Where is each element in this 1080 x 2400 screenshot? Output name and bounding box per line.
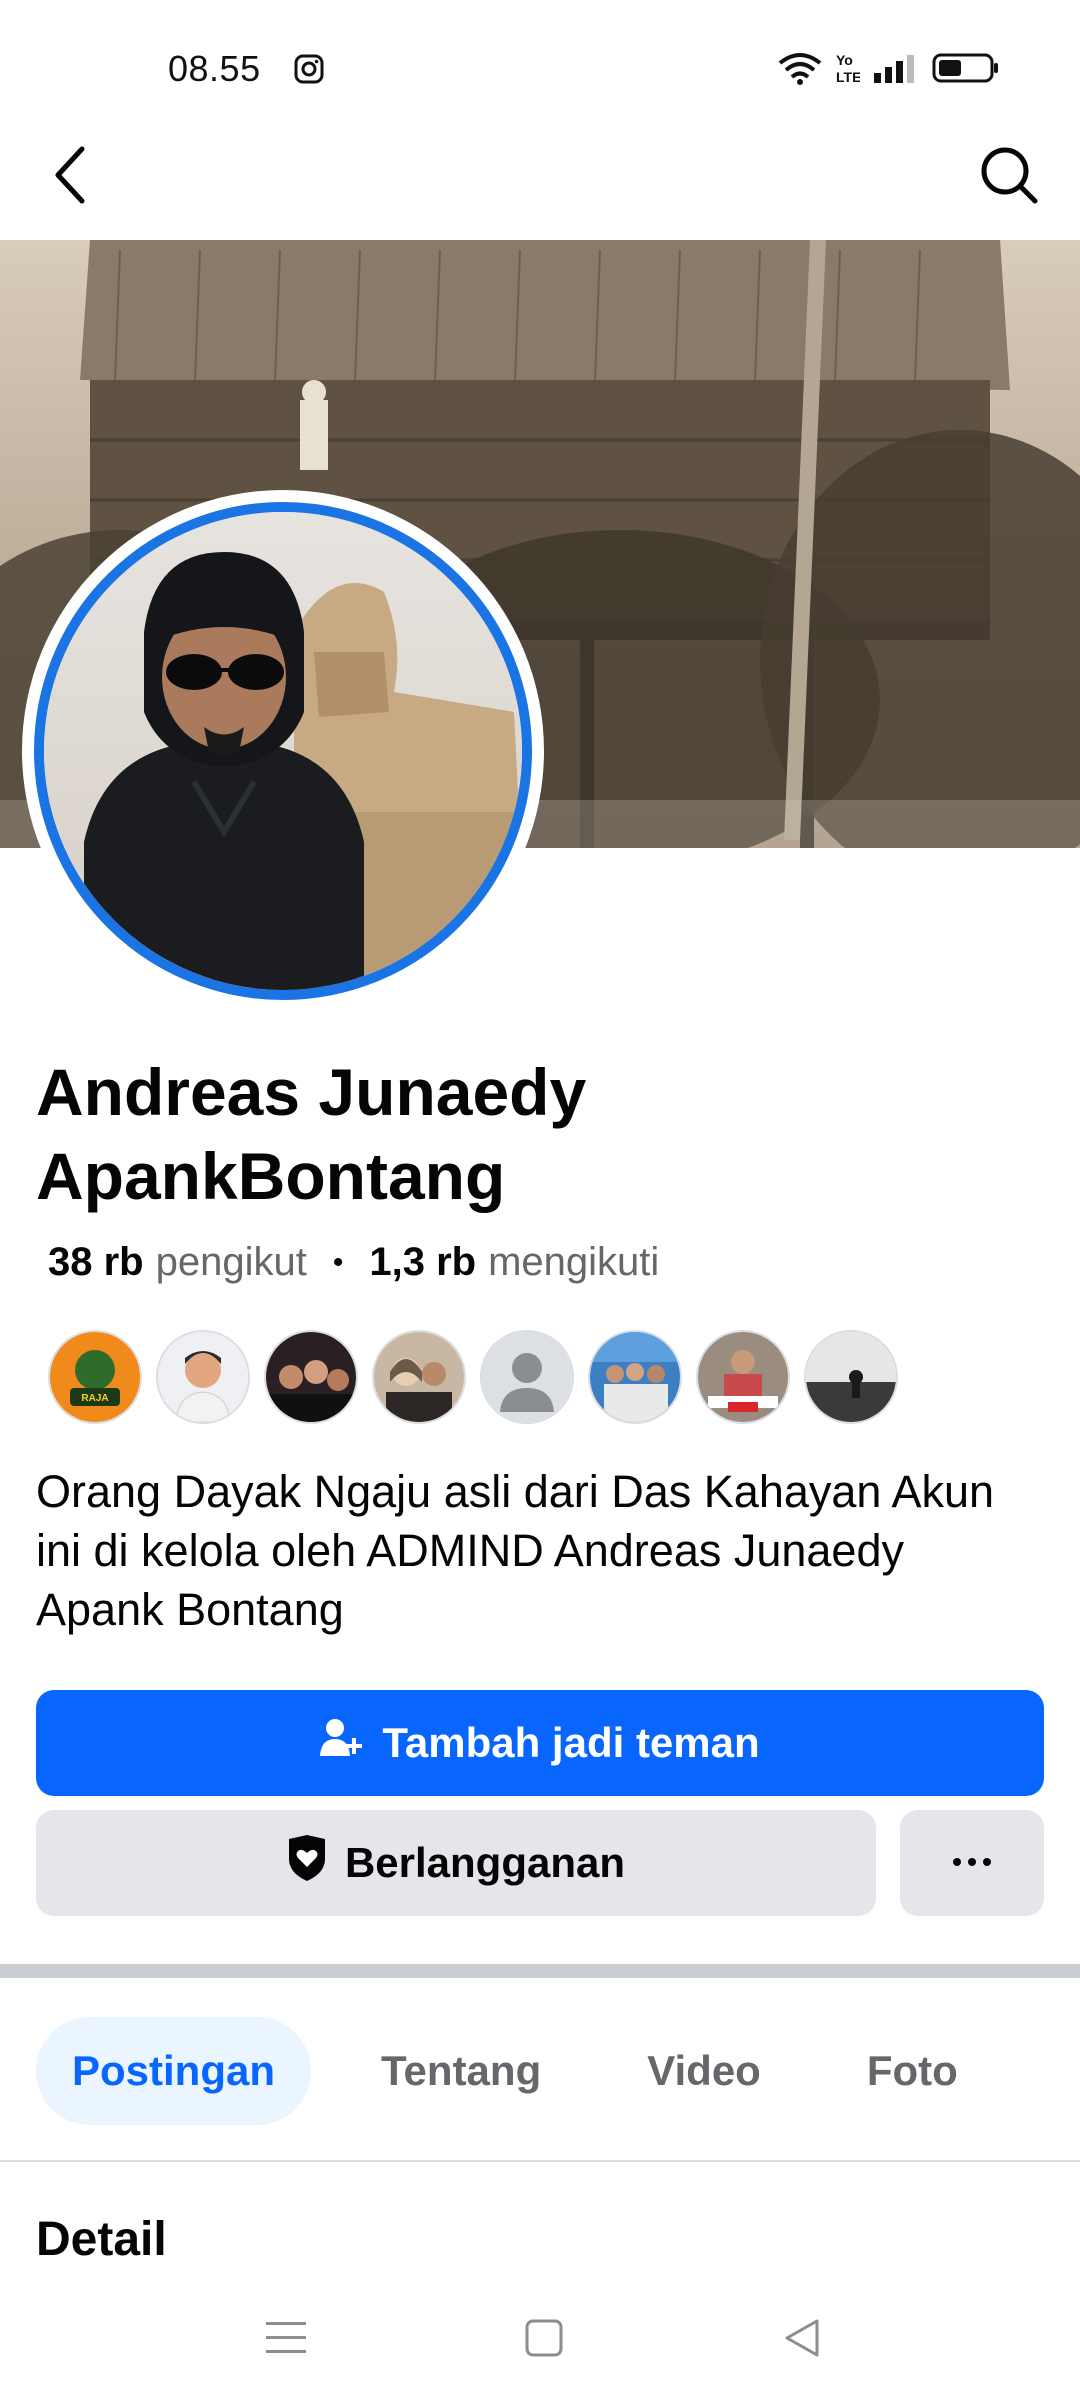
mutual-friends-row: RAJA [48,1330,898,1424]
signal-icon [874,53,918,88]
follow-stats: 38 rb pengikut • 1,3 rb mengikuti [48,1240,659,1285]
friend-avatar-placeholder[interactable] [480,1330,574,1424]
system-navigation-bar [0,2280,1080,2400]
recents-button[interactable] [256,2310,316,2370]
status-bar: 08.55 Yo LTE [0,0,1080,120]
friend-avatar[interactable] [696,1330,790,1424]
friend-avatar[interactable] [156,1330,250,1424]
menu-lines-icon [266,2320,306,2361]
followers-label[interactable]: pengikut [156,1240,307,1285]
friend-avatar[interactable]: RAJA [48,1330,142,1424]
friend-avatar[interactable] [264,1330,358,1424]
subscribe-label: Berlangganan [344,1839,626,1886]
profile-bio: Orang Dayak Ngaju asli dari Das Kahayan … [36,1466,995,1635]
following-label[interactable]: mengikuti [488,1240,659,1285]
home-button[interactable] [514,2310,574,2370]
shield-heart-icon [287,1835,327,1891]
volte-icon: Yo LTE [836,51,861,90]
top-navigation [0,120,1080,240]
svg-text:RAJA: RAJA [81,1393,108,1404]
tab-tentang[interactable]: Tentang [345,2017,577,2125]
avatar-story-ring [34,502,532,1000]
svg-text:LTE: LTE [836,69,860,85]
more-dots-icon [952,1854,992,1872]
triangle-back-icon [783,2318,821,2363]
tab-video[interactable]: Video [611,2017,797,2125]
battery-icon [932,52,1000,89]
following-count[interactable]: 1,3 rb [369,1240,476,1285]
subscribe-button[interactable]: Berlangganan [36,1810,876,1916]
separator-dot: • [332,1245,344,1279]
add-friend-label: Tambah jadi teman [382,1719,760,1766]
profile-avatar[interactable] [22,490,544,1012]
svg-text:Yo: Yo [836,52,853,68]
search-button[interactable] [974,142,1044,212]
friend-avatar[interactable] [588,1330,682,1424]
tab-foto[interactable]: Foto [831,2017,994,2125]
profile-name: Andreas Junaedy ApankBontang [36,1055,587,1213]
back-button[interactable] [40,142,100,212]
add-friend-icon [320,1718,364,1768]
status-time: 08.55 [168,48,261,89]
add-friend-button[interactable]: Tambah jadi teman [36,1690,1044,1796]
tab-postingan[interactable]: Postingan [36,2017,312,2125]
system-back-button[interactable] [772,2310,832,2370]
tabs-divider [0,2160,1080,2162]
followers-count[interactable]: 38 rb [48,1240,144,1285]
search-icon [979,145,1039,210]
status-icons: Yo LTE [778,50,1000,90]
instagram-icon [294,54,324,84]
wifi-icon [778,51,822,90]
square-home-icon [525,2319,563,2362]
friend-avatar[interactable] [372,1330,466,1424]
more-options-button[interactable] [900,1810,1044,1916]
profile-tabs: Postingan Tentang Video Foto [36,2016,994,2126]
section-divider [0,1964,1080,1978]
detail-section-title: Detail [36,2213,167,2266]
chevron-left-icon [52,145,88,210]
friend-avatar[interactable] [804,1330,898,1424]
